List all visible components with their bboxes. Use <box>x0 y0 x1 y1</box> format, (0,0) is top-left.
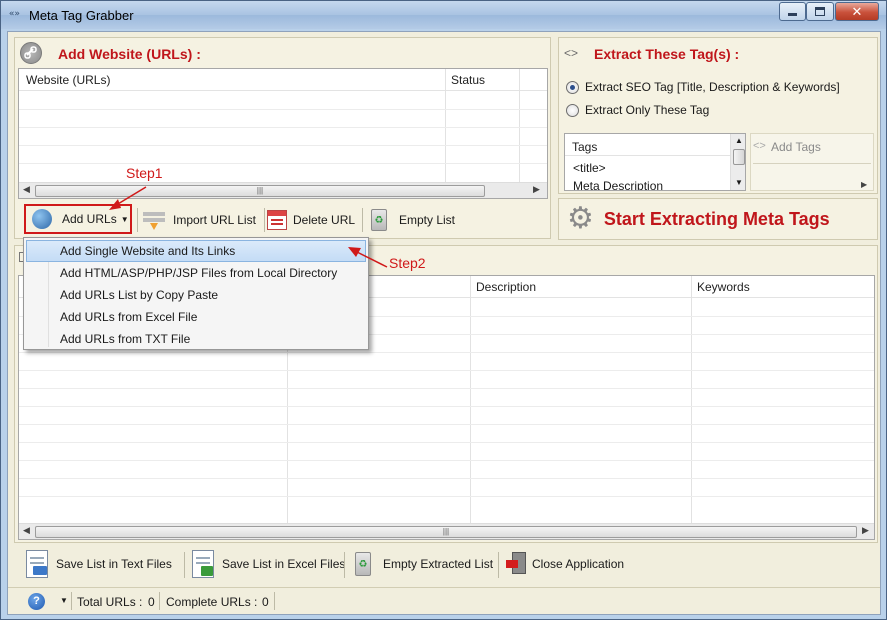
radio-seo-tag[interactable] <box>566 81 579 94</box>
complete-urls-value: 0 <box>262 595 269 609</box>
scroll-up-icon[interactable]: ▲ <box>735 136 743 145</box>
tag-item[interactable]: <title> <box>573 161 606 175</box>
start-extracting-button[interactable]: ⚙ Start Extracting Meta Tags <box>567 203 867 235</box>
window-title: Meta Tag Grabber <box>29 8 134 23</box>
extract-tags-panel: <> Extract These Tag(s) : Extract SEO Ta… <box>558 37 878 194</box>
add-urls-menu: Add Single Website and Its Links Add HTM… <box>23 237 369 350</box>
add-tags-box: <> Add Tags ▶ <box>750 133 874 191</box>
scroll-right-icon[interactable]: ▶ <box>861 180 867 189</box>
add-website-panel: Add Website (URLs) : Website (URLs) Stat… <box>14 37 551 239</box>
import-url-list-label: Import URL List <box>173 213 256 227</box>
recycle-bin-icon: ♻ <box>355 552 371 576</box>
title-bar[interactable]: «» Meta Tag Grabber ✕ <box>1 1 886 29</box>
menu-item-copy-paste[interactable]: Add URLs List by Copy Paste <box>26 284 366 306</box>
chevron-down-icon[interactable]: ▼ <box>121 215 129 224</box>
radio-seo-tag-label[interactable]: Extract SEO Tag [Title, Description & Ke… <box>585 80 840 94</box>
total-urls-value: 0 <box>148 595 155 609</box>
delete-url-button[interactable]: Delete URL <box>267 205 357 235</box>
add-website-title: Add Website (URLs) : <box>58 46 201 62</box>
empty-list-label: Empty List <box>399 213 456 227</box>
delete-url-label: Delete URL <box>293 213 356 227</box>
delete-icon <box>267 210 287 230</box>
scroll-right-icon[interactable]: ▶ <box>862 525 869 536</box>
code-tag-icon: <> <box>564 46 579 60</box>
empty-list-button[interactable]: ♻ Empty List <box>371 205 461 235</box>
close-button[interactable]: ✕ <box>835 2 879 21</box>
empty-extracted-list-button[interactable]: ♻ Empty Extracted List <box>355 549 505 579</box>
col-keywords[interactable]: Keywords <box>697 280 750 294</box>
results-grid-hscroll[interactable]: ◀ ||| ▶ <box>19 523 874 539</box>
step2-arrow <box>348 247 388 268</box>
globe-icon <box>32 209 52 229</box>
code-tag-icon: <> <box>753 140 766 152</box>
add-tags-label[interactable]: Add Tags <box>771 140 821 154</box>
status-bar: ? ▼ Total URLs : 0 Complete URLs : 0 <box>8 587 880 614</box>
save-excel-button[interactable]: Save List in Excel Files <box>192 549 352 579</box>
menu-item-excel-file[interactable]: Add URLs from Excel File <box>26 306 366 328</box>
url-grid-hscroll[interactable]: ◀ ||| ▶ <box>19 182 547 198</box>
col-description[interactable]: Description <box>476 280 536 294</box>
step2-annotation: Step2 <box>389 255 426 271</box>
maximize-button[interactable] <box>806 2 834 21</box>
menu-item-txt-file[interactable]: Add URLs from TXT File <box>26 328 366 350</box>
app-icon: «» <box>9 9 20 19</box>
start-extracting-label: Start Extracting Meta Tags <box>603 208 830 229</box>
menu-item-add-local-files[interactable]: Add HTML/ASP/PHP/JSP Files from Local Di… <box>26 262 366 284</box>
recycle-bin-icon: ♻ <box>371 209 387 231</box>
start-panel: ⚙ Start Extracting Meta Tags <box>558 198 878 240</box>
col-status[interactable]: Status <box>451 73 485 87</box>
help-dropdown-icon[interactable]: ▼ <box>60 596 68 605</box>
radio-only-these-tag-label[interactable]: Extract Only These Tag <box>585 103 709 117</box>
minimize-icon <box>788 13 797 16</box>
total-urls-label: Total URLs : <box>77 595 143 609</box>
step1-arrow <box>109 186 147 210</box>
close-icon: ✕ <box>851 3 863 19</box>
extract-title: Extract These Tag(s) : <box>594 46 740 62</box>
radio-only-these-tag[interactable] <box>566 104 579 117</box>
scroll-left-icon[interactable]: ◀ <box>23 184 30 195</box>
save-excel-icon <box>192 550 214 578</box>
step1-annotation: Step1 <box>126 165 163 181</box>
save-text-label: Save List in Text Files <box>56 557 172 571</box>
tags-vscroll[interactable]: ▲ ▼ <box>730 134 745 190</box>
scroll-right-icon[interactable]: ▶ <box>533 184 540 195</box>
tags-header: Tags <box>572 140 598 154</box>
save-text-icon <box>26 550 48 578</box>
close-application-label: Close Application <box>532 557 625 571</box>
save-excel-label: Save List in Excel Files <box>222 557 346 571</box>
scroll-thumb[interactable]: ||| <box>35 526 857 538</box>
url-grid-header: Website (URLs) Status <box>19 69 547 91</box>
tag-item[interactable]: Meta Description <box>573 179 663 190</box>
scroll-left-icon[interactable]: ◀ <box>23 525 30 536</box>
save-text-button[interactable]: Save List in Text Files <box>26 549 186 579</box>
add-urls-label: Add URLs <box>62 212 117 226</box>
complete-urls-label: Complete URLs : <box>166 595 258 609</box>
scroll-down-icon[interactable]: ▼ <box>735 178 743 187</box>
gear-icon: ⚙ <box>567 202 594 235</box>
minimize-button[interactable] <box>779 2 806 21</box>
exit-icon <box>506 552 528 576</box>
help-icon[interactable]: ? <box>28 593 45 610</box>
tags-list[interactable]: Tags <title> Meta Description ▲ ▼ <box>564 133 746 191</box>
url-grid[interactable]: Website (URLs) Status ◀ ||| ▶ <box>18 68 548 199</box>
maximize-icon <box>815 7 825 16</box>
app-window: «» Meta Tag Grabber ✕ Add Website (URLs)… <box>0 0 887 620</box>
col-website[interactable]: Website (URLs) <box>26 73 110 87</box>
link-icon <box>20 42 42 64</box>
menu-item-add-single-website[interactable]: Add Single Website and Its Links <box>26 240 366 262</box>
empty-extracted-list-label: Empty Extracted List <box>383 557 494 571</box>
close-application-button[interactable]: Close Application <box>506 549 636 579</box>
bottom-toolbar: Save List in Text Files Save List in Exc… <box>14 546 878 582</box>
